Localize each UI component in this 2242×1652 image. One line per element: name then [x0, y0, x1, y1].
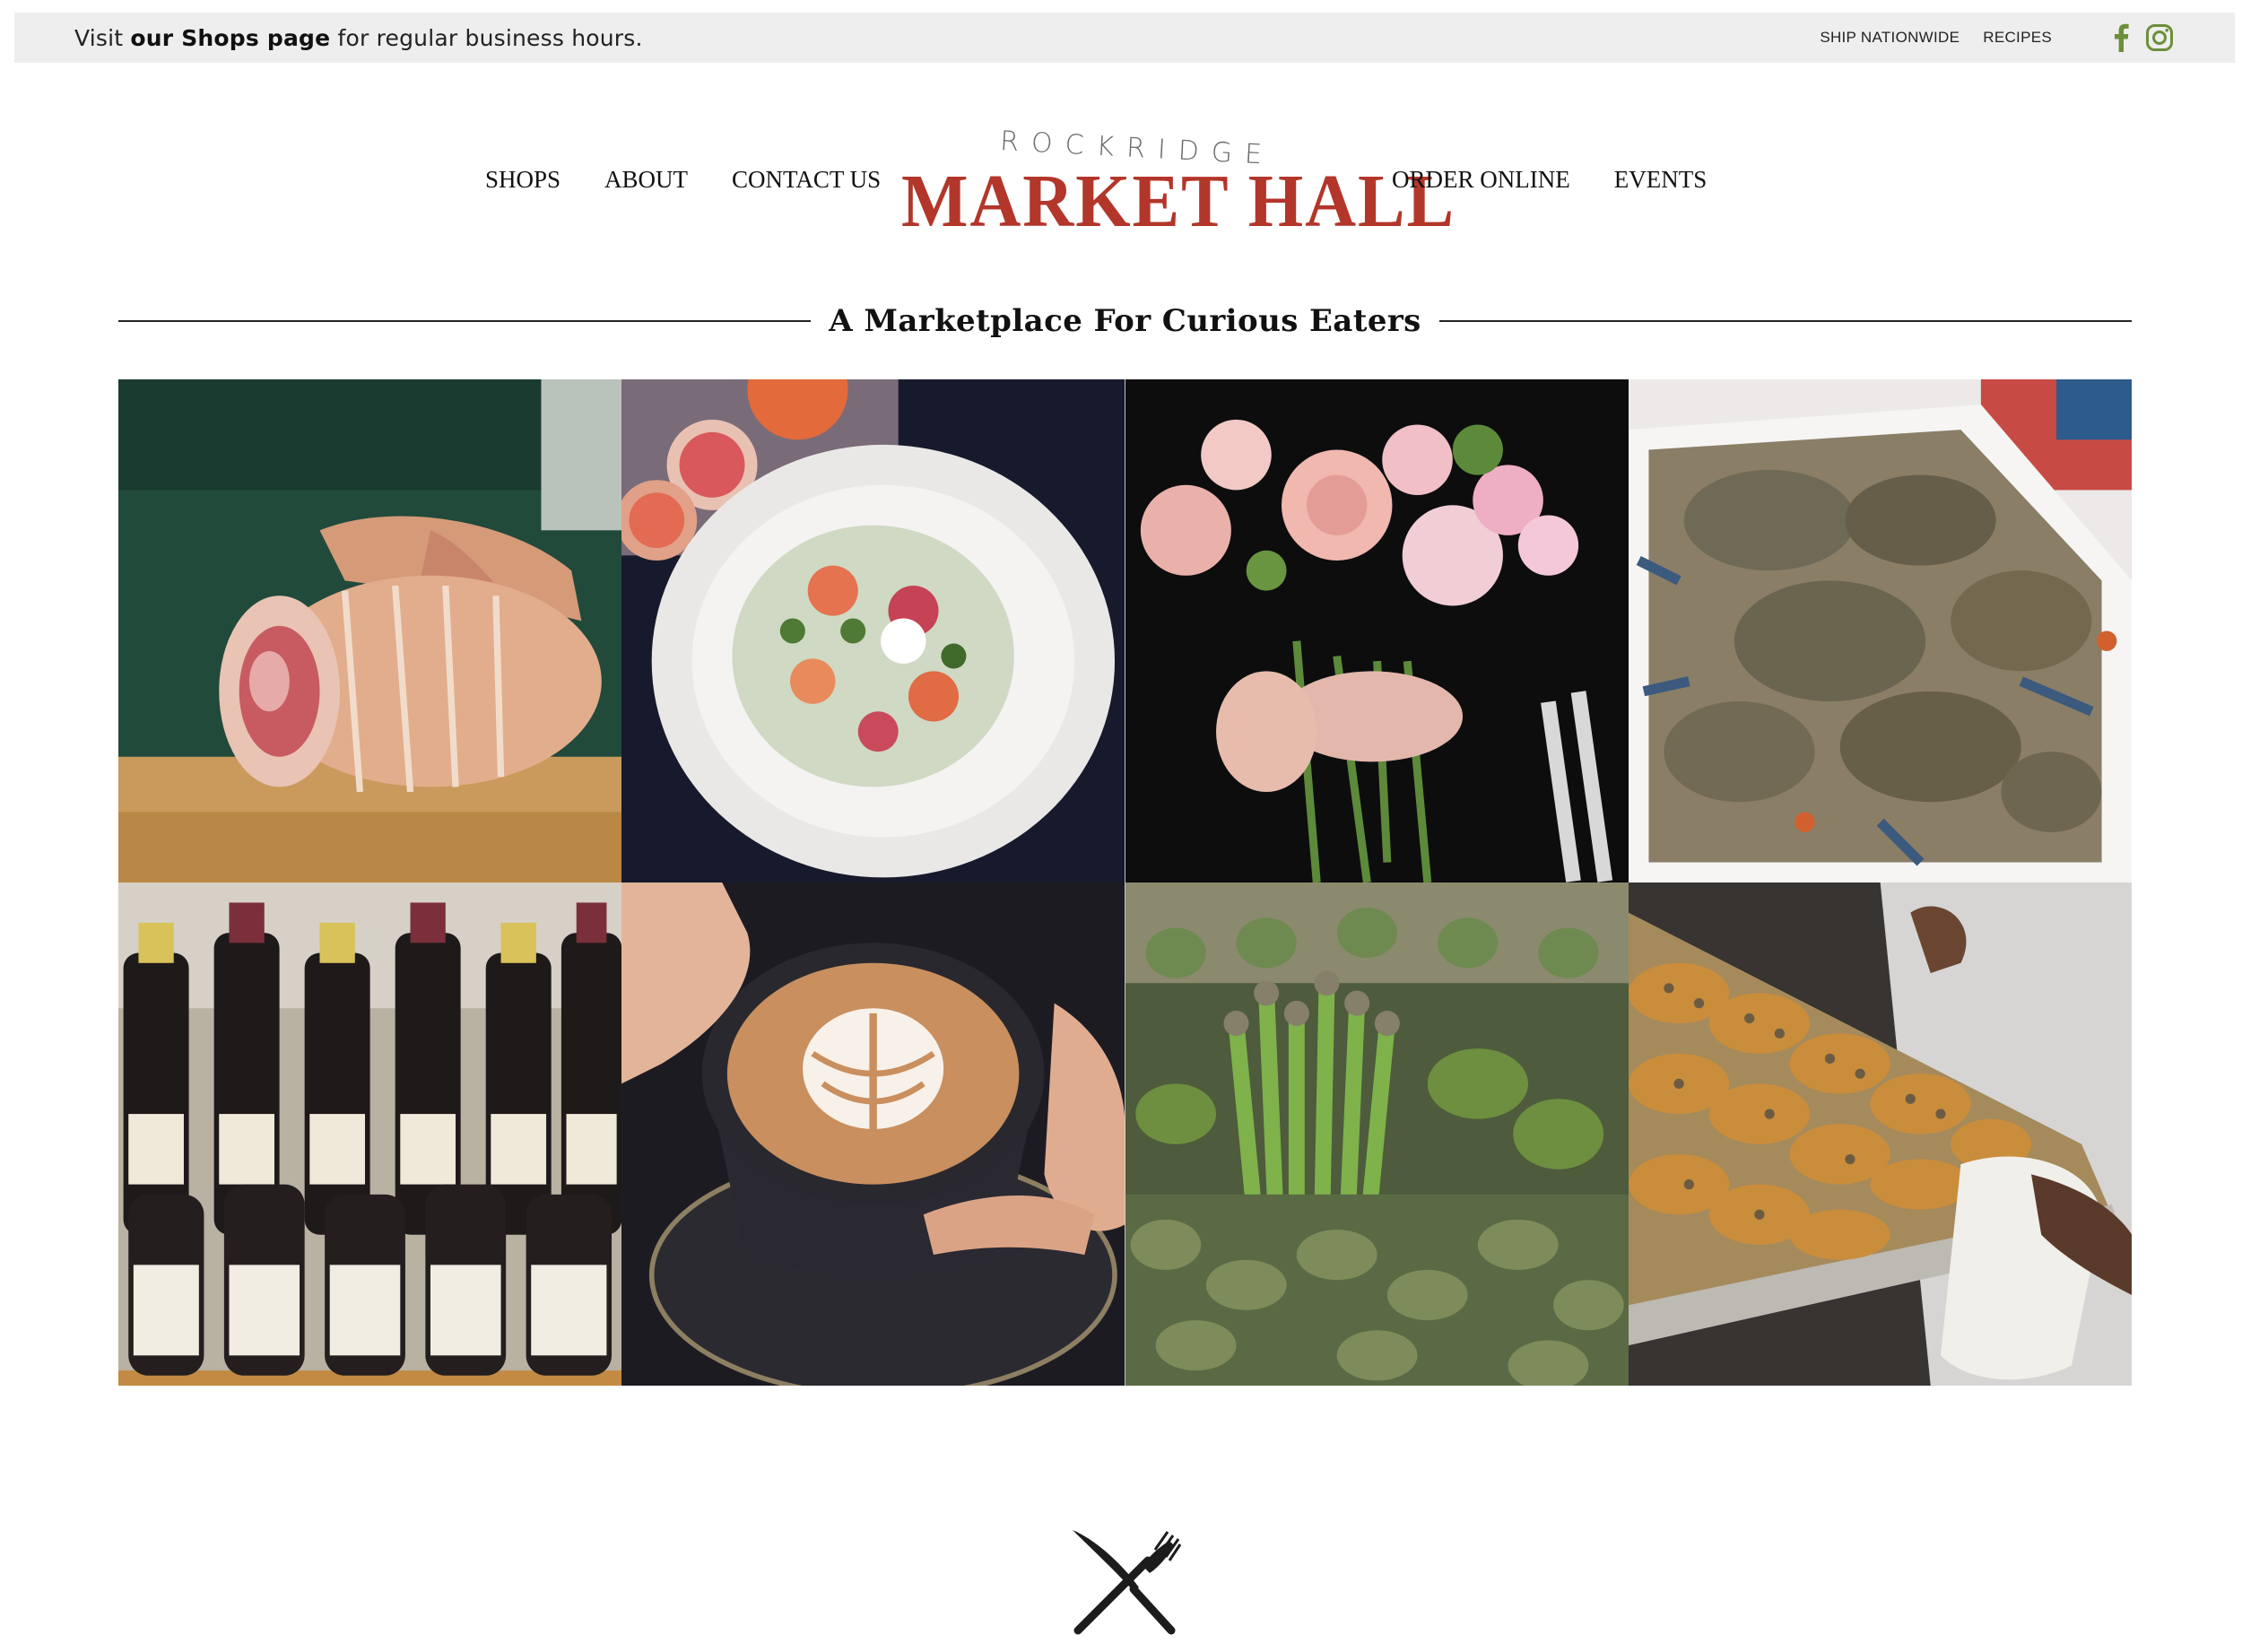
logo-market-hall: MARKET HALL — [901, 160, 1456, 243]
site-logo[interactable]: ROCKRIDGE MARKET HALL — [901, 126, 1454, 241]
citrus-salad-photo[interactable] — [621, 379, 1125, 883]
crabs-photo[interactable] — [1628, 379, 2132, 883]
tagline: A Marketplace For Curious Eaters — [829, 303, 1421, 339]
nav-about[interactable]: ABOUT — [604, 166, 688, 194]
recipes-link[interactable]: RECIPES — [1983, 29, 2052, 47]
tagline-rule-left — [118, 320, 812, 322]
announcement-bar: Visit our Shops page for regular busines… — [14, 13, 2235, 63]
flower-bouquet-photo[interactable] — [1125, 379, 1629, 883]
announcement-prefix: Visit — [74, 24, 131, 51]
tagline-section: A Marketplace For Curious Eaters — [118, 296, 2133, 346]
facebook-icon[interactable] — [2113, 23, 2129, 52]
asparagus-photo[interactable] — [1125, 883, 1629, 1386]
tagline-rule-right — [1438, 320, 2133, 322]
main-nav-right: ORDER ONLINE EVENTS — [1392, 166, 1707, 194]
nav-events[interactable]: EVENTS — [1614, 166, 1708, 194]
announcement-message: Visit our Shops page for regular busines… — [74, 25, 643, 51]
utility-nav: SHIP NATIONWIDE RECIPES — [1796, 23, 2174, 52]
bakery-tray-photo[interactable] — [1628, 883, 2132, 1386]
nav-order-online[interactable]: ORDER ONLINE — [1392, 166, 1570, 194]
butcher-meat-photo[interactable] — [118, 379, 622, 883]
announcement-suffix: for regular business hours. — [330, 24, 643, 51]
ship-nationwide-link[interactable]: SHIP NATIONWIDE — [1820, 29, 1960, 47]
photo-gallery — [118, 379, 2132, 1386]
nav-contact-us[interactable]: CONTACT US — [732, 166, 881, 194]
social-links — [2097, 23, 2174, 52]
nav-shops[interactable]: SHOPS — [485, 166, 560, 194]
latte-photo[interactable] — [621, 883, 1125, 1386]
instagram-icon[interactable] — [2145, 23, 2174, 52]
shops-page-link[interactable]: our Shops page — [130, 25, 330, 51]
fork-knife-icon — [1067, 1526, 1182, 1638]
main-nav-left: SHOPS ABOUT CONTACT US — [485, 166, 881, 194]
wine-bottles-photo[interactable] — [118, 883, 622, 1386]
